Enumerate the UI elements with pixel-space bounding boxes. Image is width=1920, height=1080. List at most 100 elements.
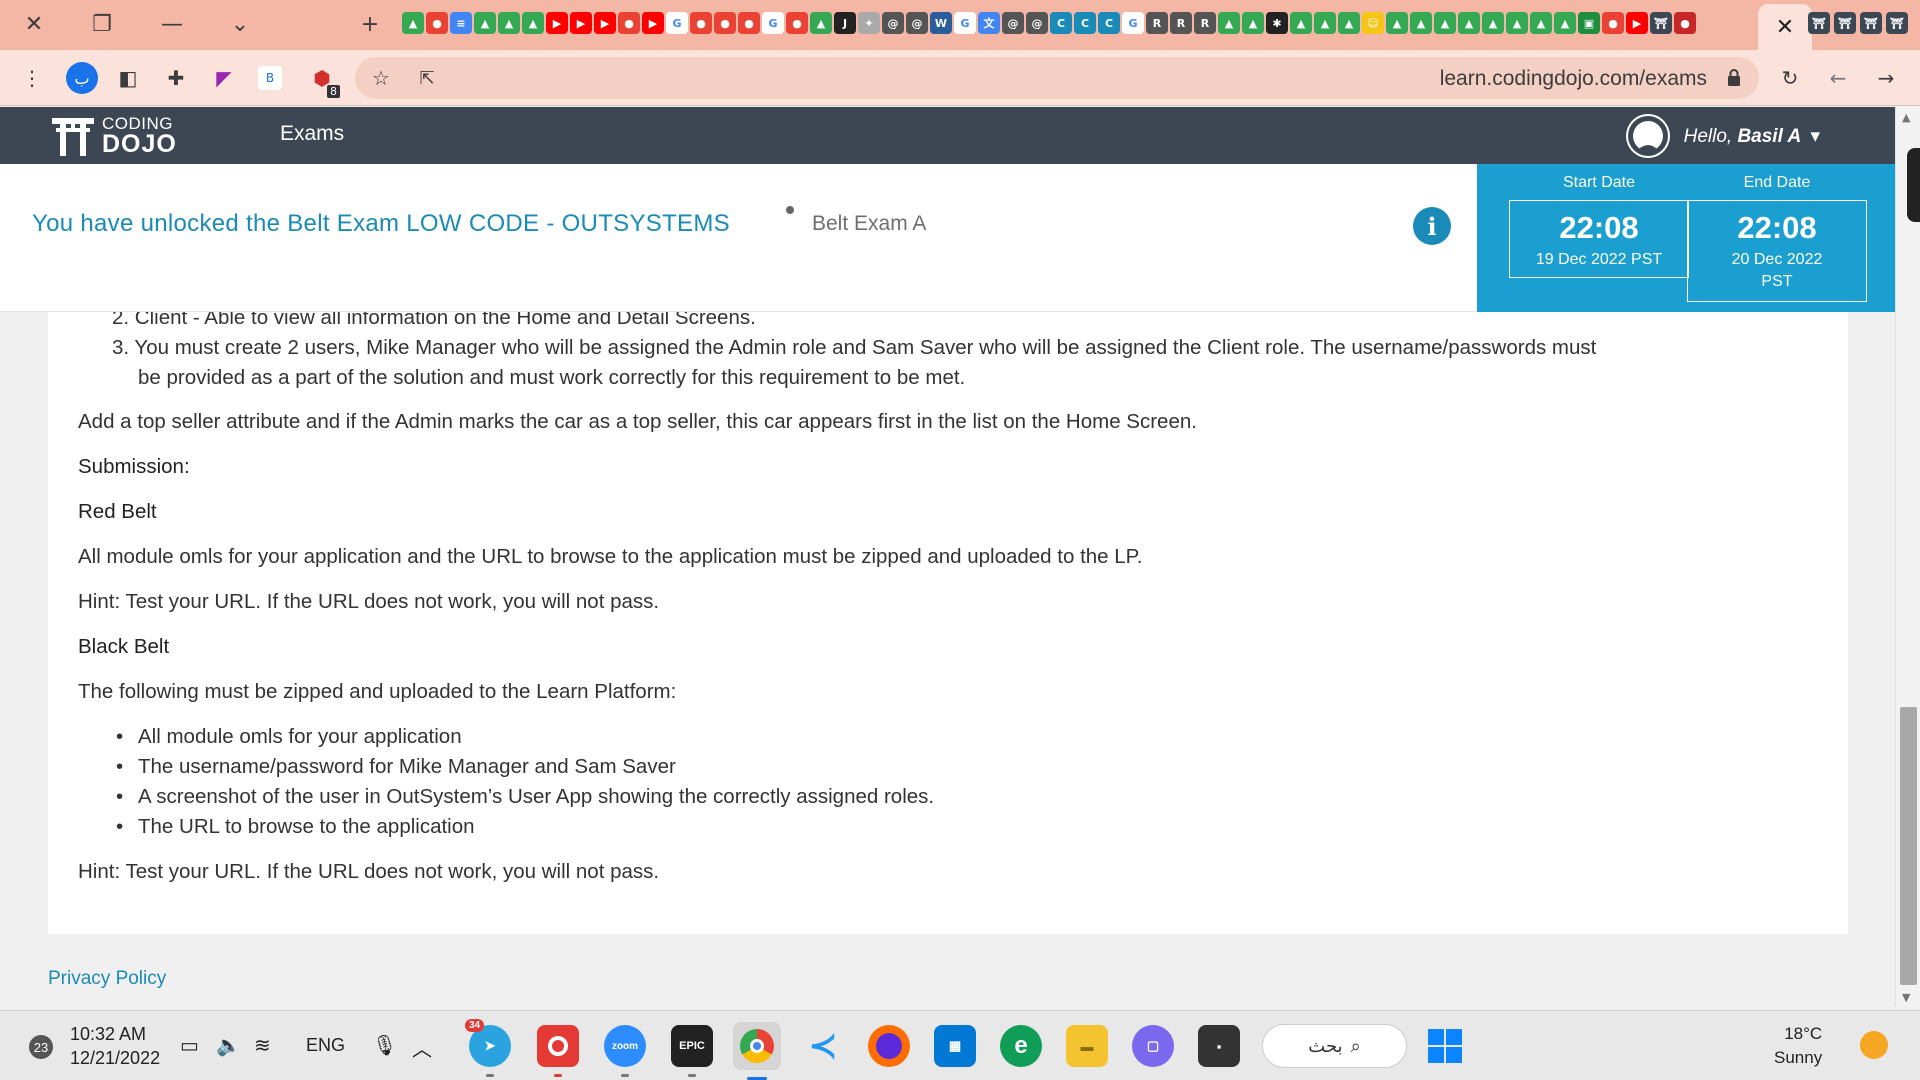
tab-favicon-icon[interactable]: ⛩ bbox=[1650, 12, 1672, 34]
side-panel-handle[interactable] bbox=[1907, 148, 1920, 222]
tab-favicon-icon[interactable]: C bbox=[1050, 12, 1072, 34]
tab-favicon-icon[interactable]: R bbox=[1170, 12, 1192, 34]
user-greeting[interactable]: Hello, Basil A ▾ bbox=[1684, 125, 1820, 148]
tab-favicon-icon[interactable]: ▶ bbox=[546, 12, 568, 34]
forward-arrow-icon[interactable]: → bbox=[1872, 64, 1900, 92]
chevron-up-icon[interactable]: ︿ bbox=[412, 1033, 432, 1062]
tab-favicon-icon[interactable]: ▣ bbox=[1578, 12, 1600, 34]
user-menu[interactable]: Hello, Basil A ▾ bbox=[1625, 114, 1820, 158]
tab-favicon-icon[interactable]: ▲ bbox=[474, 12, 496, 34]
menu-kebab-icon[interactable]: ⋮ bbox=[18, 64, 46, 92]
coding-dojo-tab-icon[interactable]: ⛩ bbox=[1860, 12, 1882, 34]
tab-favicon-icon[interactable]: ≡ bbox=[450, 12, 472, 34]
tab-favicon-icon[interactable]: ● bbox=[618, 12, 640, 34]
back-arrow-icon[interactable]: ← bbox=[1824, 64, 1852, 92]
epic-games-app-icon[interactable]: EPIC bbox=[671, 1025, 713, 1077]
tab-favicon-icon[interactable]: @ bbox=[906, 12, 928, 34]
microsoft-store-app-icon[interactable]: ▦ bbox=[934, 1025, 976, 1067]
tab-favicon-icon[interactable]: ● bbox=[786, 12, 808, 34]
taskbar-clock[interactable]: 10:32 AM 12/21/2022 bbox=[70, 1022, 160, 1071]
tab-favicon-icon[interactable]: ▲ bbox=[1218, 12, 1240, 34]
screen-recorder-app-icon[interactable] bbox=[537, 1025, 579, 1077]
side-panel-icon[interactable]: ◧ bbox=[114, 64, 142, 92]
wifi-icon[interactable]: ≋ bbox=[254, 1033, 271, 1058]
info-icon[interactable]: i bbox=[1413, 207, 1451, 245]
active-tab[interactable]: ✕ bbox=[1758, 4, 1812, 50]
tab-favicon-icon[interactable]: ● bbox=[426, 12, 448, 34]
tab-favicon-icon[interactable]: 文 bbox=[978, 12, 1000, 34]
tab-favicon-icon[interactable]: ☺ bbox=[1362, 12, 1384, 34]
telegram-app-icon[interactable]: ➤ 34 bbox=[465, 1019, 511, 1077]
tab-favicon-icon[interactable]: ● bbox=[690, 12, 712, 34]
nav-exams-link[interactable]: Exams bbox=[280, 122, 344, 146]
tab-favicon-icon[interactable]: ▶ bbox=[570, 12, 592, 34]
vscode-app-icon[interactable]: ≺ bbox=[802, 1025, 844, 1067]
tab-favicon-icon[interactable]: ▲ bbox=[810, 12, 832, 34]
speaker-icon[interactable]: 🔈 bbox=[216, 1033, 241, 1058]
tab-favicon-icon[interactable]: ▶ bbox=[642, 12, 664, 34]
extension-shield-icon[interactable]: ⬢ 8 bbox=[308, 64, 340, 98]
tab-favicon-icon[interactable]: ▲ bbox=[498, 12, 520, 34]
scroll-down-arrow-icon[interactable]: ▼ bbox=[1902, 991, 1910, 1004]
url-text[interactable]: learn.codingdojo.com/exams bbox=[1440, 67, 1707, 91]
battery-icon[interactable]: ▭ bbox=[180, 1033, 199, 1058]
minimize-window-icon[interactable]: — bbox=[152, 6, 192, 42]
coding-dojo-tab-icon[interactable]: ⛩ bbox=[1808, 12, 1830, 34]
tab-favicon-icon[interactable]: ● bbox=[738, 12, 760, 34]
extension-b-icon[interactable]: B bbox=[258, 66, 282, 90]
avatar[interactable] bbox=[1625, 114, 1670, 158]
tab-search-chevron-icon[interactable]: ⌄ bbox=[220, 6, 260, 42]
microphone-icon[interactable]: 🎙 bbox=[372, 1033, 397, 1058]
tab-favicon-icon[interactable]: ▲ bbox=[1314, 12, 1336, 34]
tab-favicon-icon[interactable]: ▲ bbox=[1386, 12, 1408, 34]
taskbar-search[interactable]: بحث ⌕ bbox=[1262, 1024, 1407, 1068]
tab-favicon-icon[interactable]: ▲ bbox=[402, 12, 424, 34]
tab-favicon-icon[interactable]: ▲ bbox=[1290, 12, 1312, 34]
tab-favicon-icon[interactable]: ▶ bbox=[1626, 12, 1648, 34]
bookmark-star-icon[interactable]: ☆ bbox=[367, 64, 395, 92]
tab-favicon-icon[interactable]: W bbox=[930, 12, 952, 34]
tab-favicon-icon[interactable]: ● bbox=[714, 12, 736, 34]
tab-favicon-icon[interactable]: ▲ bbox=[1554, 12, 1576, 34]
tab-favicon-icon[interactable]: ▲ bbox=[1530, 12, 1552, 34]
tab-favicon-icon[interactable]: @ bbox=[1002, 12, 1024, 34]
tab-favicon-icon[interactable]: G bbox=[1122, 12, 1144, 34]
tab-favicon-icon[interactable]: ● bbox=[1602, 12, 1624, 34]
tab-favicon-icon[interactable]: ▲ bbox=[1410, 12, 1432, 34]
extension-flag-icon[interactable]: ◤ bbox=[210, 64, 238, 92]
tab-favicon-icon[interactable]: @ bbox=[882, 12, 904, 34]
tab-favicon-icon[interactable]: J bbox=[834, 12, 856, 34]
chrome-app-icon[interactable] bbox=[733, 1022, 781, 1080]
chat-app-icon[interactable]: ▢ bbox=[1132, 1025, 1174, 1067]
edge-app-icon[interactable]: e bbox=[1000, 1025, 1042, 1067]
coding-dojo-tab-icon[interactable]: ⛩ bbox=[1886, 12, 1908, 34]
tab-favicon-icon[interactable]: ▲ bbox=[1506, 12, 1528, 34]
tab-favicon-icon[interactable]: ▲ bbox=[522, 12, 544, 34]
close-tab-icon[interactable]: ✕ bbox=[1776, 15, 1794, 40]
tab-favicon-icon[interactable]: ▶ bbox=[594, 12, 616, 34]
tab-favicon-icon[interactable]: C bbox=[1098, 12, 1120, 34]
language-indicator[interactable]: ENG bbox=[306, 1035, 345, 1056]
tab-favicon-icon[interactable]: G bbox=[762, 12, 784, 34]
tab-favicon-icon[interactable]: ▲ bbox=[1482, 12, 1504, 34]
scroll-thumb[interactable] bbox=[1900, 707, 1917, 985]
extensions-puzzle-icon[interactable]: ✚ bbox=[162, 64, 190, 92]
tab-favicon-icon[interactable]: @ bbox=[1026, 12, 1048, 34]
tab-favicon-icon[interactable]: ✱ bbox=[1266, 12, 1288, 34]
tab-favicon-icon[interactable]: R bbox=[1146, 12, 1168, 34]
tab-favicon-icon[interactable]: G bbox=[954, 12, 976, 34]
tab-favicon-icon[interactable]: ▲ bbox=[1242, 12, 1264, 34]
restore-window-icon[interactable]: ❐ bbox=[82, 6, 122, 42]
new-tab-plus-icon[interactable]: + bbox=[350, 6, 390, 42]
windows-start-icon[interactable] bbox=[1424, 1025, 1466, 1067]
firefox-app-icon[interactable] bbox=[868, 1025, 910, 1067]
profile-avatar[interactable]: ب bbox=[66, 62, 98, 94]
notification-badge[interactable]: 23 bbox=[29, 1035, 53, 1059]
tab-favicon-icon[interactable]: ▲ bbox=[1434, 12, 1456, 34]
weather-widget[interactable]: 18°C Sunny bbox=[1774, 1022, 1822, 1070]
tab-favicon-icon[interactable]: ✦ bbox=[858, 12, 880, 34]
scroll-up-arrow-icon[interactable]: ▲ bbox=[1902, 111, 1910, 124]
tab-favicon-icon[interactable]: ▲ bbox=[1458, 12, 1480, 34]
privacy-policy-link[interactable]: Privacy Policy bbox=[48, 968, 166, 990]
zoom-app-icon[interactable]: zoom bbox=[604, 1025, 646, 1077]
